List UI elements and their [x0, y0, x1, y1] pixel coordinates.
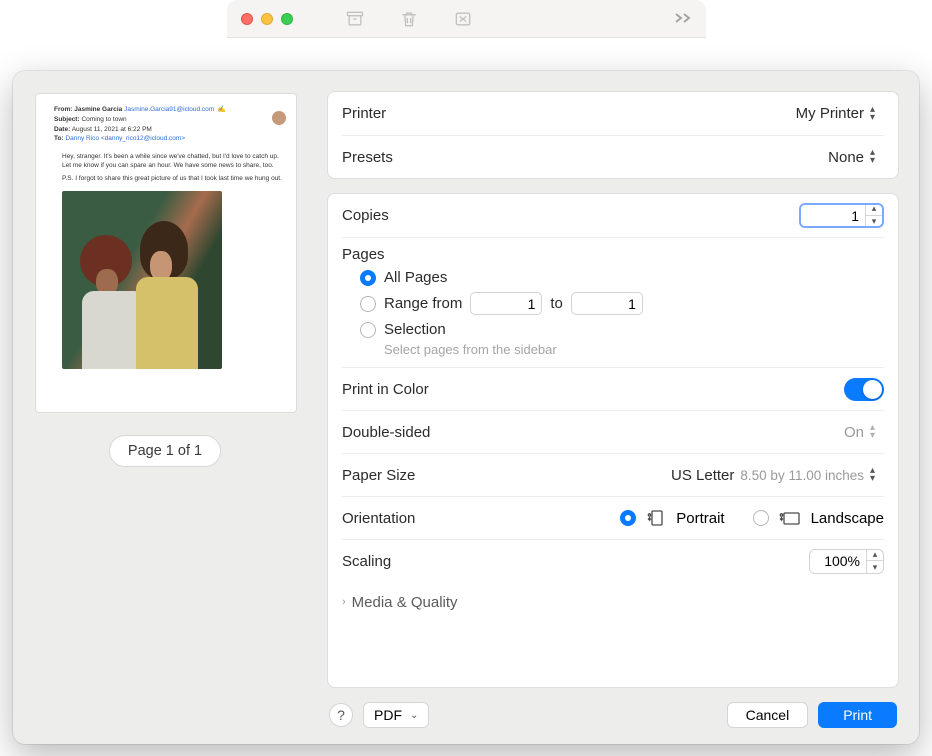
scaling-input[interactable]: [810, 550, 866, 573]
stepper-down-icon[interactable]: ▾: [866, 216, 882, 229]
double-sided-value: On: [844, 424, 864, 441]
paper-size-dims: 8.50 by 11.00 inches: [740, 468, 864, 483]
orientation-landscape-label: Landscape: [811, 510, 884, 527]
preview-pane: From: Jasmine Garcia Jasmine.Garcia91@ic…: [13, 71, 317, 744]
print-dialog: From: Jasmine Garcia Jasmine.Garcia91@ic…: [13, 71, 919, 744]
pages-range-option[interactable]: Range from to: [360, 292, 884, 315]
range-from-input[interactable]: [470, 292, 542, 315]
copies-input[interactable]: [801, 205, 865, 226]
stepper-down-icon[interactable]: ▾: [867, 561, 883, 574]
radio-icon: [360, 296, 376, 312]
help-button[interactable]: ?: [329, 703, 353, 727]
orientation-row: Orientation Portrait Landscape: [342, 496, 884, 539]
preview-body-line1: Hey, stranger. It's been a while since w…: [62, 152, 282, 170]
print-color-toggle[interactable]: [844, 378, 884, 401]
pages-row: Pages All Pages Range from to: [342, 237, 884, 367]
chevron-down-icon: ⌄: [410, 710, 418, 721]
scaling-stepper[interactable]: ▴▾: [809, 549, 884, 574]
popup-arrows-icon: [870, 149, 884, 165]
orientation-portrait-label: Portrait: [676, 510, 724, 527]
selection-hint: Select pages from the sidebar: [360, 342, 884, 357]
copies-label: Copies: [342, 207, 389, 224]
copies-row: Copies ▴▾: [342, 194, 884, 237]
printer-presets-card: Printer My Printer Presets None: [327, 91, 899, 179]
toolbar-overflow-icon[interactable]: [674, 11, 692, 25]
media-quality-disclosure[interactable]: › Media & Quality: [342, 582, 884, 622]
preview-body-line2: P.S. I forgot to share this great pictur…: [62, 174, 282, 183]
popup-arrows-icon: [870, 106, 884, 122]
window-traffic-lights: [241, 13, 293, 25]
close-window-icon[interactable]: [241, 13, 253, 25]
print-options-card: Copies ▴▾ Pages All Pages: [327, 193, 899, 688]
preview-photo: [62, 191, 222, 369]
page-preview: From: Jasmine Garcia Jasmine.Garcia91@ic…: [35, 93, 297, 413]
zoom-window-icon[interactable]: [281, 13, 293, 25]
pages-label: Pages: [342, 246, 884, 265]
copies-stepper[interactable]: ▴▾: [799, 203, 884, 228]
settings-pane: Printer My Printer Presets None Copies: [317, 71, 919, 744]
double-sided-row[interactable]: Double-sided On: [342, 410, 884, 453]
minimize-window-icon[interactable]: [261, 13, 273, 25]
background-window-titlebar: [227, 0, 706, 38]
presets-row[interactable]: Presets None: [342, 135, 884, 178]
paper-size-row[interactable]: Paper Size US Letter 8.50 by 11.00 inche…: [342, 453, 884, 496]
cancel-button[interactable]: Cancel: [727, 702, 809, 728]
page-indicator: Page 1 of 1: [109, 435, 221, 467]
printer-value: My Printer: [796, 105, 864, 122]
preview-email-header: From: Jasmine Garcia Jasmine.Garcia91@ic…: [54, 105, 282, 144]
range-to-input[interactable]: [571, 292, 643, 315]
popup-arrows-icon: [870, 424, 884, 440]
paper-size-value: US Letter: [671, 467, 734, 484]
paper-size-label: Paper Size: [342, 467, 415, 484]
chevron-right-icon: ›: [342, 596, 346, 608]
avatar-icon: [272, 111, 286, 125]
orientation-portrait-radio[interactable]: [620, 510, 636, 526]
stepper-up-icon[interactable]: ▴: [867, 549, 883, 562]
pages-all-option[interactable]: All Pages: [360, 269, 884, 286]
printer-row[interactable]: Printer My Printer: [342, 92, 884, 135]
scaling-row: Scaling ▴▾: [342, 539, 884, 582]
stepper-up-icon[interactable]: ▴: [866, 203, 882, 216]
radio-selected-icon: [360, 270, 376, 286]
presets-label: Presets: [342, 149, 393, 166]
landscape-icon: [779, 509, 801, 527]
print-color-label: Print in Color: [342, 381, 429, 398]
trash-icon: [399, 9, 419, 29]
radio-icon: [360, 322, 376, 338]
pages-selection-option[interactable]: Selection: [360, 321, 884, 338]
dialog-footer: ? PDF ⌄ Cancel Print: [327, 688, 899, 744]
toolbar-icons: [345, 9, 473, 29]
junk-icon: [453, 9, 473, 29]
pdf-menu-button[interactable]: PDF ⌄: [363, 702, 429, 728]
archive-icon: [345, 9, 365, 29]
print-color-row: Print in Color: [342, 367, 884, 410]
orientation-label: Orientation: [342, 510, 415, 527]
portrait-icon: [646, 509, 666, 527]
printer-label: Printer: [342, 105, 386, 122]
orientation-landscape-radio[interactable]: [753, 510, 769, 526]
print-button[interactable]: Print: [818, 702, 897, 728]
presets-value: None: [828, 149, 864, 166]
double-sided-label: Double-sided: [342, 424, 430, 441]
scaling-label: Scaling: [342, 553, 391, 570]
popup-arrows-icon: [870, 467, 884, 483]
